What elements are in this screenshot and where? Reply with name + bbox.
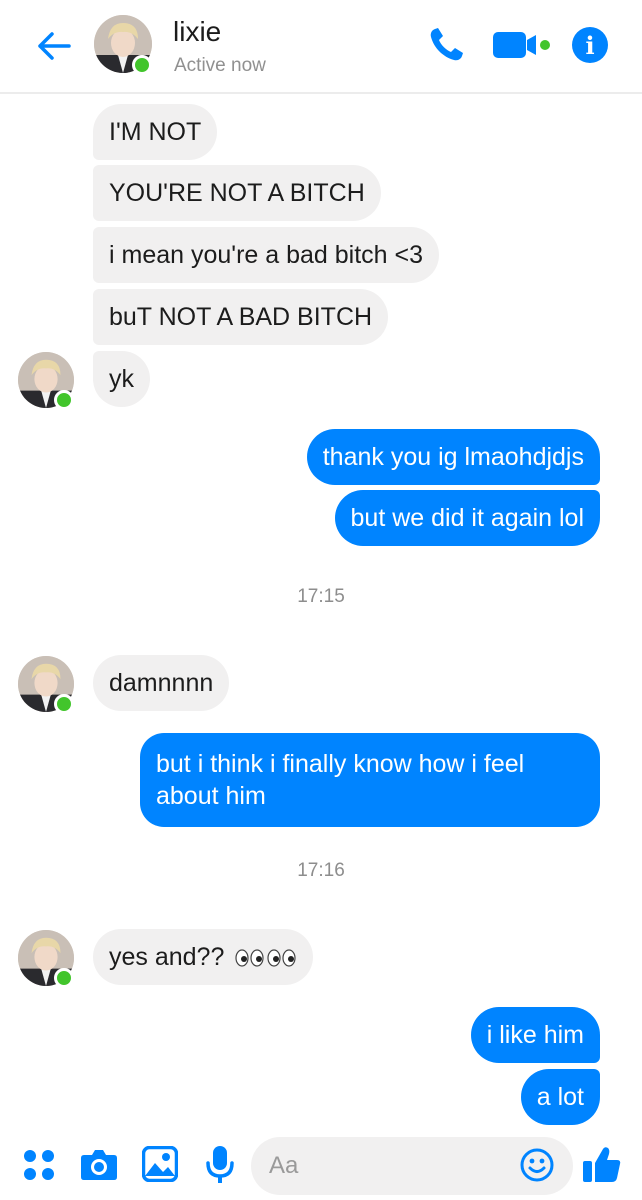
call-button[interactable]: [427, 26, 467, 64]
online-indicator: [54, 390, 74, 410]
video-call-button[interactable]: [492, 30, 552, 60]
emoji-button[interactable]: [520, 1148, 554, 1182]
message-outgoing[interactable]: but i think i finally know how i feel ab…: [140, 733, 600, 827]
microphone-icon: [206, 1146, 234, 1183]
message-outgoing[interactable]: thank you ig lmaohdjdjs: [306, 429, 600, 485]
eyes-emoji-icon: [235, 949, 296, 967]
message-outgoing[interactable]: a lot: [520, 1069, 600, 1125]
online-indicator: [54, 694, 74, 714]
chat-header: lixie Active now i: [0, 0, 642, 94]
message-line: about him: [156, 782, 266, 810]
image-icon: [141, 1145, 179, 1183]
message-incoming[interactable]: damnnnn: [93, 655, 230, 711]
camera-icon: [81, 1150, 117, 1180]
online-indicator: [54, 968, 74, 988]
video-camera-icon: [493, 32, 550, 58]
thumbs-up-icon: [583, 1147, 621, 1182]
message-input-placeholder: Aa: [269, 1152, 299, 1179]
timestamp: 17:16: [297, 860, 345, 881]
message-incoming[interactable]: I'M NOT: [93, 104, 218, 160]
like-button[interactable]: [582, 1144, 622, 1184]
message-incoming[interactable]: YOU'RE NOT A BITCH: [93, 165, 381, 221]
apps-grid-icon: [24, 1150, 54, 1180]
message-incoming[interactable]: yk: [93, 351, 150, 407]
microphone-button[interactable]: [205, 1145, 235, 1190]
message-outgoing[interactable]: but we did it again lol: [334, 490, 600, 546]
message-line: but i think i finally know how i feel: [156, 750, 525, 778]
message-incoming[interactable]: buT NOT A BAD BITCH: [93, 289, 389, 345]
info-button[interactable]: i: [572, 27, 608, 63]
message-text: yes and??: [109, 943, 225, 971]
camera-button[interactable]: [80, 1146, 118, 1187]
contact-name[interactable]: lixie: [173, 16, 221, 48]
smiley-icon: [520, 1148, 554, 1182]
active-status: Active now: [174, 55, 266, 76]
back-button[interactable]: [32, 26, 76, 66]
message-incoming[interactable]: yes and??: [93, 929, 314, 985]
arrow-left-icon: [38, 32, 71, 60]
message-outgoing[interactable]: i like him: [470, 1007, 600, 1063]
phone-icon: [430, 28, 463, 61]
apps-button[interactable]: [22, 1148, 56, 1187]
online-indicator: [132, 55, 152, 75]
info-icon: i: [585, 30, 595, 60]
timestamp: 17:15: [297, 586, 345, 607]
message-incoming[interactable]: i mean you're a bad bitch <3: [93, 227, 440, 283]
gallery-button[interactable]: [141, 1145, 179, 1187]
